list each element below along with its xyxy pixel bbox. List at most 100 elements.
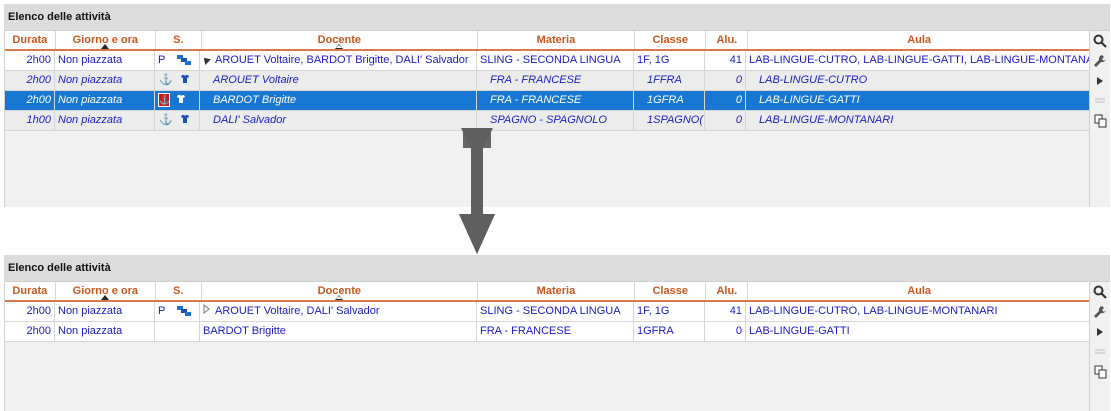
cell-giorno: Non piazzata — [55, 91, 155, 110]
anchor-icon: ⚓ — [159, 114, 173, 126]
sort-indicator-icon — [101, 44, 110, 49]
group-icon — [176, 305, 192, 317]
copy-icon — [1094, 365, 1106, 379]
activity-list-panel-before: Elenco delle attività Durata Giorno e or… — [4, 4, 1110, 207]
cell-classe: 1GFRA — [634, 91, 705, 110]
cell-docente-text: AROUET Voltaire, DALI' Salvador — [215, 305, 380, 317]
copy-icon — [1094, 114, 1106, 128]
cell-alu: 0 — [705, 322, 746, 341]
activity-table: Durata Giorno e ora S. Docente Materia C… — [4, 282, 1090, 411]
cell-docente-text: AROUET Voltaire, BARDOT Brigitte, DALI' … — [215, 54, 469, 66]
cell-docente-text: DALI' Salvador — [213, 114, 287, 126]
cell-materia: SLING - SECONDA LINGUA — [477, 51, 634, 70]
cell-durata: 2h00 — [5, 51, 55, 70]
play-icon — [1097, 328, 1103, 336]
expand-button[interactable] — [1090, 71, 1110, 91]
activity-table: Durata Giorno e ora S. Docente Materia C… — [4, 31, 1090, 207]
cell-docente-text: BARDOT Brigitte — [213, 94, 297, 106]
cell-giorno: Non piazzata — [55, 322, 155, 341]
cell-s: ⚓ — [155, 71, 200, 90]
expand-toggle-icon[interactable] — [201, 51, 215, 70]
col-docente[interactable]: Docente — [202, 31, 478, 49]
table-header: Durata Giorno e ora S. Docente Materia C… — [5, 31, 1090, 51]
sort-indicator-icon — [335, 295, 344, 300]
cell-classe: 1SPAGNO( — [634, 111, 705, 130]
collapse-toggle-icon[interactable] — [203, 302, 215, 321]
cell-giorno: Non piazzata — [55, 51, 155, 70]
col-durata[interactable]: Durata — [5, 31, 56, 49]
anchor-icon: ⚓ — [159, 74, 173, 86]
col-giorno[interactable]: Giorno e ora — [56, 31, 157, 49]
cell-aula: LAB-LINGUE-CUTRO, LAB-LINGUE-MONTANARI — [749, 305, 998, 317]
cell-docente: AROUET Voltaire, BARDOT Brigitte, DALI' … — [200, 51, 477, 70]
col-durata[interactable]: Durata — [5, 282, 56, 300]
table-row[interactable]: 2h00 Non piazzata BARDOT Brigitte FRA - … — [5, 322, 1090, 342]
cell-aula: LAB-LINGUE-CUTRO, LAB-LINGUE-GATTI, LAB-… — [749, 54, 1090, 66]
cell-durata: 2h00 — [5, 71, 55, 90]
table-row[interactable]: 1h00 Non piazzata ⚓ DALI' Salvador SPAGN… — [5, 111, 1090, 131]
activity-list-panel-after: Elenco delle attività Durata Giorno e or… — [4, 255, 1110, 411]
sort-indicator-icon — [335, 44, 344, 49]
cell-alu: 41 — [705, 51, 746, 70]
cell-materia-text: SPAGNO - SPAGNOLO — [490, 114, 607, 126]
cell-materia: FRA - FRANCESE — [477, 91, 634, 110]
table-header: Durata Giorno e ora S. Docente Materia C… — [5, 282, 1090, 302]
col-s[interactable]: S. — [156, 31, 202, 49]
anchor-icon: ⚓ — [158, 93, 171, 107]
col-aula[interactable]: Aula — [748, 282, 1090, 300]
cell-classe: 1F, 1G — [634, 51, 705, 70]
cell-materia: FRA - FRANCESE — [477, 322, 634, 341]
copy-button[interactable] — [1090, 362, 1110, 382]
col-aula[interactable]: Aula — [748, 31, 1090, 49]
col-classe[interactable]: Classe — [635, 31, 707, 49]
cell-docente: AROUET Voltaire — [200, 71, 477, 90]
cell-aula-text: LAB-LINGUE-GATTI — [759, 94, 860, 106]
cell-alu: 0 — [705, 111, 746, 130]
placement-flag: P — [158, 305, 166, 317]
cell-giorno: Non piazzata — [55, 302, 155, 321]
wrench-icon — [1094, 55, 1106, 67]
table-row[interactable]: 2h00 Non piazzata ⚓ AROUET Voltaire FRA … — [5, 71, 1090, 91]
shirt-icon — [180, 114, 196, 126]
col-alu[interactable]: Alu. — [706, 31, 749, 49]
cell-materia-text: FRA - FRANCESE — [490, 94, 582, 106]
cell-giorno: Non piazzata — [55, 111, 155, 130]
cell-docente: BARDOT Brigitte — [200, 91, 477, 110]
panel-title: Elenco delle attività — [4, 4, 1110, 31]
col-s[interactable]: S. — [156, 282, 202, 300]
expand-button[interactable] — [1090, 322, 1110, 342]
col-materia[interactable]: Materia — [478, 282, 635, 300]
cell-aula-text: LAB-LINGUE-CUTRO — [759, 74, 868, 86]
cell-s — [155, 322, 200, 341]
cell-materia: FRA - FRANCESE — [477, 71, 634, 90]
table-row[interactable]: 2h00 Non piazzata P AROUET Voltaire, BAR… — [5, 51, 1090, 71]
cell-materia-text: FRA - FRANCESE — [490, 74, 582, 86]
cell-classe: 1FFRA — [634, 71, 705, 90]
settings-button[interactable] — [1090, 302, 1110, 322]
cell-durata: 1h00 — [5, 111, 55, 130]
wrench-icon — [1094, 306, 1106, 318]
col-alu[interactable]: Alu. — [706, 282, 749, 300]
cell-aula: LAB-LINGUE-GATTI — [749, 325, 850, 337]
cell-s: ⚓ — [155, 91, 200, 110]
table-row-selected[interactable]: 2h00 Non piazzata ⚓ BARDOT Brigitte FRA … — [5, 91, 1090, 111]
cell-docente-text: AROUET Voltaire — [213, 74, 299, 86]
col-materia[interactable]: Materia — [478, 31, 635, 49]
shirt-icon — [180, 74, 196, 86]
col-classe[interactable]: Classe — [635, 282, 707, 300]
cell-aula-text: LAB-LINGUE-MONTANARI — [759, 114, 894, 126]
cell-s: ⚓ — [155, 111, 200, 130]
side-toolbar — [1089, 282, 1110, 411]
search-button[interactable] — [1090, 282, 1110, 302]
separator — [1090, 91, 1110, 111]
group-icon — [176, 54, 192, 66]
settings-button[interactable] — [1090, 51, 1110, 71]
cell-materia: SPAGNO - SPAGNOLO — [477, 111, 634, 130]
col-giorno[interactable]: Giorno e ora — [56, 282, 157, 300]
panel-title: Elenco delle attività — [4, 255, 1110, 282]
copy-button[interactable] — [1090, 111, 1110, 131]
col-docente[interactable]: Docente — [202, 282, 478, 300]
table-row[interactable]: 2h00 Non piazzata P AROUET Voltaire, DAL… — [5, 302, 1090, 322]
cell-giorno: Non piazzata — [55, 71, 155, 90]
search-button[interactable] — [1090, 31, 1110, 51]
